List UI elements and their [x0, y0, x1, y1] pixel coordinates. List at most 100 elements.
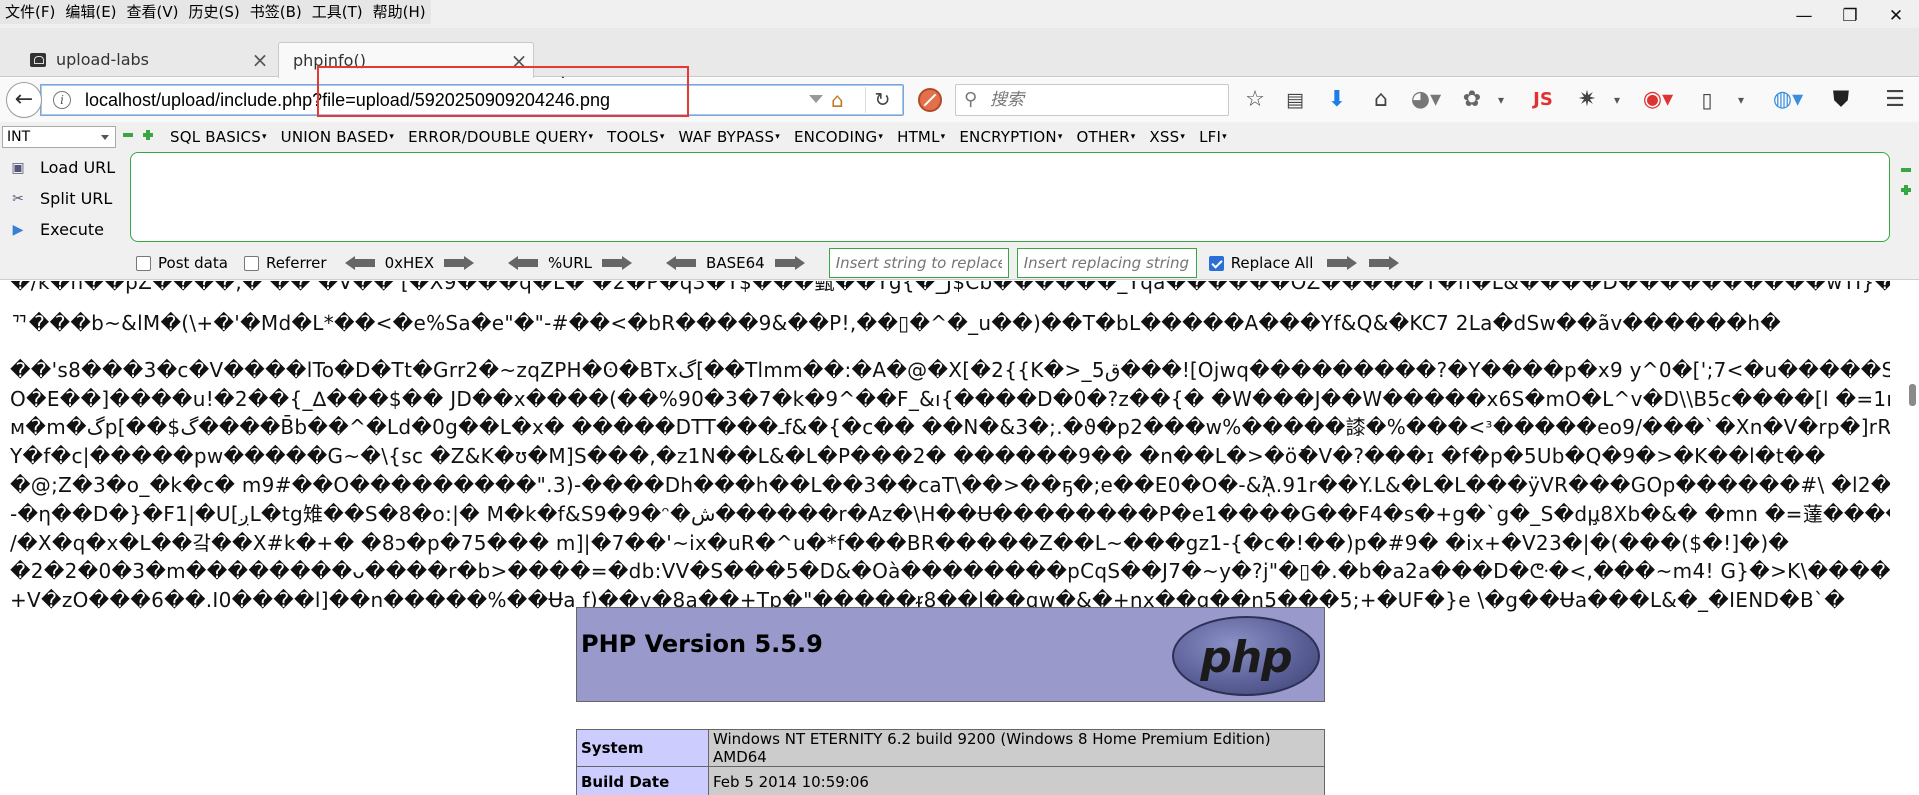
reload-icon[interactable]: ↻	[865, 87, 899, 113]
page-content: �/k�n��pZ����,� �� �V�� [�X9���q�L� �2�P…	[0, 281, 1919, 795]
garbled-line: /�X�q�x�L��갘��X#k�+� �8ᴐ�p�75��� m]|�7��…	[10, 530, 1790, 555]
encode-url-icon[interactable]	[602, 256, 633, 270]
encode-hex-icon[interactable]	[444, 256, 475, 270]
referrer-checkbox[interactable]	[243, 255, 259, 271]
palette-icon[interactable]: ✿	[1454, 86, 1490, 114]
replace-icon[interactable]	[1327, 256, 1358, 270]
load-url-button[interactable]: ▣ Load URL	[0, 152, 128, 183]
shield-icon[interactable]: ◉▾	[1640, 86, 1676, 114]
url-bar: i ⌂ ↻	[40, 84, 904, 116]
garbled-line: �@;Z�3�o_�k�c� m9#��O���������".3)-����D…	[10, 472, 1890, 497]
menu-bar: 文件(F) 编辑(E) 查看(V) 历史(S) 书签(B) 工具(T) 帮助(H…	[0, 0, 431, 24]
close-tab-icon[interactable]: ×	[505, 49, 533, 73]
menu-union-based[interactable]: UNION BASED	[281, 126, 394, 148]
table-row: Build Date Feb 5 2014 10:59:06	[576, 766, 1325, 795]
garbled-line: Y�f�c|�����pw�����G~�\{sc �Z&K�ʊ�M]S���,…	[10, 444, 1826, 469]
home-icon[interactable]: ⌂	[1366, 86, 1396, 114]
minus-icon[interactable]	[1900, 162, 1912, 182]
phone-icon[interactable]: ▯	[1692, 86, 1722, 114]
menu-file[interactable]: 文件(F)	[0, 0, 60, 24]
menu-encryption[interactable]: ENCRYPTION	[959, 126, 1062, 148]
play-icon: ▶	[12, 221, 24, 238]
menu-xss[interactable]: XSS	[1149, 126, 1185, 148]
download-icon[interactable]: ⬇	[1322, 86, 1352, 114]
globe-icon[interactable]: ◕▾	[1408, 86, 1444, 114]
search-input[interactable]	[990, 89, 1220, 111]
bug-icon[interactable]: ✷	[1572, 86, 1602, 114]
chevron-down-icon[interactable]: ▾	[1494, 86, 1508, 114]
encode-base64-icon[interactable]	[774, 256, 805, 270]
replace-next-icon[interactable]	[1369, 256, 1400, 270]
garbled-line: �2�2�0�3�m��������ᴗ����r�b>����=�db:VV�S…	[10, 559, 1890, 584]
reading-list-icon[interactable]: ▤	[1280, 86, 1310, 114]
tab-title: phpinfo()	[293, 51, 366, 70]
plus-icon[interactable]	[1900, 182, 1912, 202]
menu-tools[interactable]: TOOLS	[607, 126, 664, 148]
menu-html[interactable]: HTML	[897, 126, 945, 148]
decode-hex-icon[interactable]	[344, 256, 375, 270]
plus-icon[interactable]	[142, 130, 154, 140]
insert-replacing-input[interactable]	[1016, 248, 1197, 278]
js-icon[interactable]: JS	[1528, 86, 1558, 114]
url-dropdown-icon[interactable]	[809, 95, 823, 103]
execute-label: Execute	[40, 220, 104, 239]
menu-edit[interactable]: 编辑(E)	[60, 0, 121, 24]
garbled-line: O�E��]����u!�2��{_∆���$�� JD��x����(��%9…	[10, 386, 1890, 411]
url-textarea[interactable]	[130, 152, 1890, 242]
back-button[interactable]: ←	[6, 82, 42, 118]
menu-bookmarks[interactable]: 书签(B)	[245, 0, 307, 24]
menu-tools[interactable]: 工具(T)	[307, 0, 368, 24]
menu-view[interactable]: 查看(V)	[122, 0, 184, 24]
split-url-label: Split URL	[40, 189, 113, 208]
translate-icon[interactable]: ◍▾	[1770, 86, 1806, 114]
minus-icon[interactable]	[122, 130, 134, 140]
hackbar-menus: SQL BASICS UNION BASED ERROR/DOUBLE QUER…	[170, 126, 1241, 148]
hackbar-actions: ▣ Load URL ✂ Split URL ▶ Execute	[0, 152, 128, 245]
load-url-icon: ▣	[11, 159, 25, 176]
encoding-select[interactable]: INT	[2, 126, 116, 148]
execute-button[interactable]: ▶ Execute	[0, 214, 128, 245]
menu-help[interactable]: 帮助(H)	[368, 0, 431, 24]
base64-label: BASE64	[706, 254, 765, 272]
table-key: System	[576, 729, 709, 767]
insert-string-input[interactable]	[828, 248, 1009, 278]
menu-icon[interactable]: ☰	[1880, 86, 1910, 114]
decode-base64-icon[interactable]	[666, 256, 697, 270]
home-page-icon[interactable]: ⌂	[831, 88, 844, 112]
menu-error-double-query[interactable]: ERROR/DOUBLE QUERY	[408, 126, 593, 148]
hackbar-options: Post data Referrer 0xHEX %URL BASE64 Rep…	[136, 248, 1409, 278]
menu-other[interactable]: OTHER	[1077, 126, 1136, 148]
favicon-icon	[30, 52, 46, 67]
post-data-checkbox[interactable]	[136, 255, 151, 271]
referrer-label: Referrer	[265, 254, 327, 272]
url-input[interactable]	[85, 88, 825, 112]
replace-all-label: Replace All	[1230, 254, 1314, 272]
close-tab-icon[interactable]: ×	[246, 48, 274, 72]
menu-encoding[interactable]: ENCODING	[794, 126, 883, 148]
menu-sql-basics[interactable]: SQL BASICS	[170, 126, 267, 148]
menu-waf-bypass[interactable]: WAF BYPASS	[679, 126, 780, 148]
garbled-line: ��'s8���3�c�V����lTo�D�Tt�Grr2�~zqZPH�ʘ�…	[10, 357, 1890, 382]
noscript-icon[interactable]	[918, 88, 942, 112]
menu-lfi[interactable]: LFI	[1199, 126, 1227, 148]
scrollbar-thumb[interactable]	[1909, 384, 1916, 406]
menu-history[interactable]: 历史(S)	[184, 0, 245, 24]
scissors-icon: ✂	[12, 190, 24, 207]
php-logo[interactable]: php	[1172, 616, 1320, 696]
adblock-icon[interactable]: ⛊	[1826, 86, 1856, 114]
star-icon[interactable]: ☆	[1240, 86, 1270, 114]
tab-upload-labs[interactable]: upload-labs ×	[18, 42, 274, 77]
tab-phpinfo[interactable]: phpinfo() ×	[278, 42, 534, 78]
chevron-down-icon[interactable]: ▾	[1610, 86, 1624, 114]
search-bar: ⚲	[955, 84, 1229, 116]
search-icon: ⚲	[964, 89, 978, 110]
decode-url-icon[interactable]	[508, 256, 539, 270]
split-url-button[interactable]: ✂ Split URL	[0, 183, 128, 214]
php-logo-text: php	[1200, 632, 1292, 683]
tab-title: upload-labs	[56, 50, 150, 69]
chevron-down-icon[interactable]: ▾	[1734, 86, 1748, 114]
post-data-label: Post data	[158, 254, 228, 272]
table-value: Windows NT ETERNITY 6.2 build 9200 (Wind…	[708, 729, 1325, 767]
replace-all-checkbox[interactable]	[1208, 255, 1224, 271]
site-info-icon[interactable]: i	[53, 91, 71, 109]
